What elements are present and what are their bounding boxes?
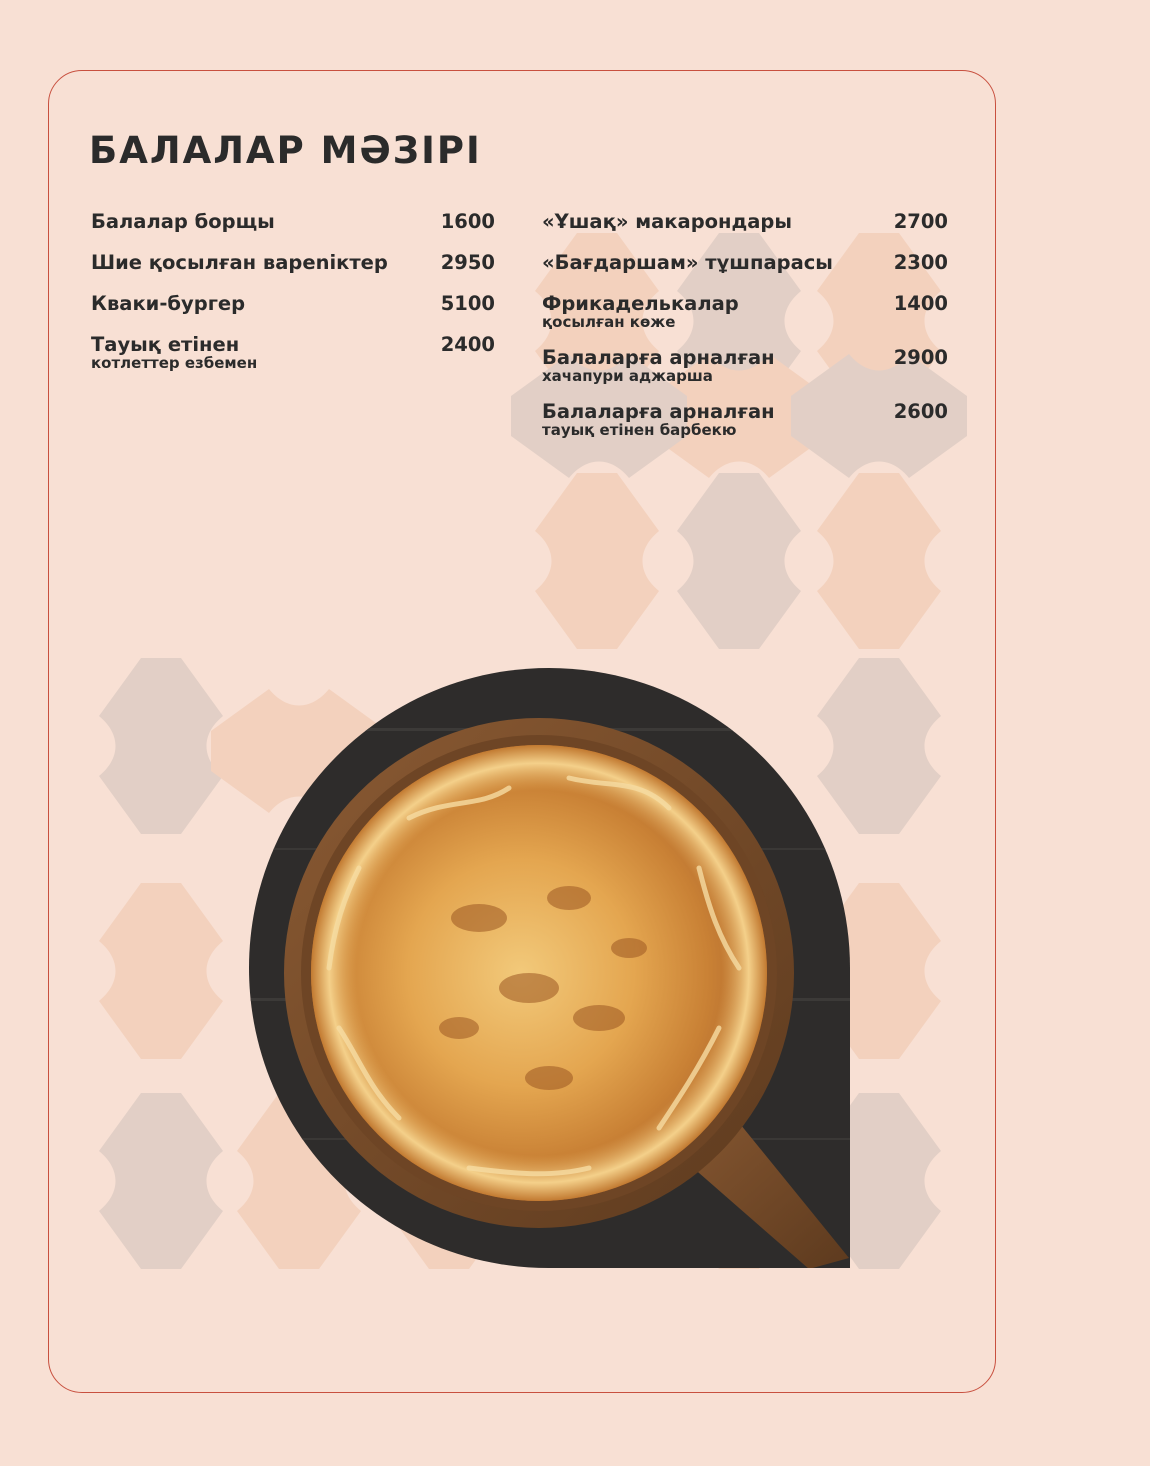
item-name: «Ұшақ» макарондары [542, 210, 793, 233]
menu-item: Балалар борщы 1600 [91, 209, 495, 235]
item-price: 2900 [893, 346, 948, 369]
menu-title: БАЛАЛАР МӘЗІРІ [89, 129, 482, 172]
item-price: 1600 [440, 210, 495, 233]
item-name: Кваки-бургер [91, 292, 246, 315]
menu-item: Кваки-бургер 5100 [91, 291, 495, 317]
menu-column-right: «Ұшақ» макарондары 2700 «Бағдаршам» тұшп… [542, 209, 948, 453]
item-name: Балалар борщы [91, 210, 275, 233]
item-price: 2400 [440, 333, 495, 356]
menu-item: Фрикаделькалар қосылған көже 1400 [542, 291, 948, 330]
menu-item: Тауық етінен котлеттер езбемен 2400 [91, 332, 495, 371]
item-subtitle: қосылған көже [542, 313, 676, 331]
khachapuri-photo [249, 668, 850, 1268]
item-price: 2600 [893, 400, 948, 423]
item-subtitle: котлеттер езбемен [91, 354, 258, 372]
item-subtitle: хачапури аджарша [542, 367, 713, 385]
menu-card: БАЛАЛАР МӘЗІРІ Балалар борщы 1600 Шие қо… [48, 70, 996, 1393]
menu-item: Шие қосылған вареniктер 2950 [91, 250, 495, 276]
item-price: 1400 [893, 292, 948, 315]
item-price: 2300 [893, 251, 948, 274]
item-price: 5100 [440, 292, 495, 315]
item-name: «Бағдаршам» тұшпарасы [542, 251, 833, 274]
item-name: Шие қосылған вареniктер [91, 251, 388, 274]
menu-item: Балаларға арналған тауық етінен барбекю … [542, 399, 948, 438]
menu-item: «Ұшақ» макарондары 2700 [542, 209, 948, 235]
menu-column-left: Балалар борщы 1600 Шие қосылған вареniкт… [91, 209, 495, 386]
menu-item: Балаларға арналған хачапури аджарша 2900 [542, 345, 948, 384]
item-price: 2700 [893, 210, 948, 233]
item-price: 2950 [440, 251, 495, 274]
menu-item: «Бағдаршам» тұшпарасы 2300 [542, 250, 948, 276]
item-subtitle: тауық етінен барбекю [542, 421, 737, 439]
